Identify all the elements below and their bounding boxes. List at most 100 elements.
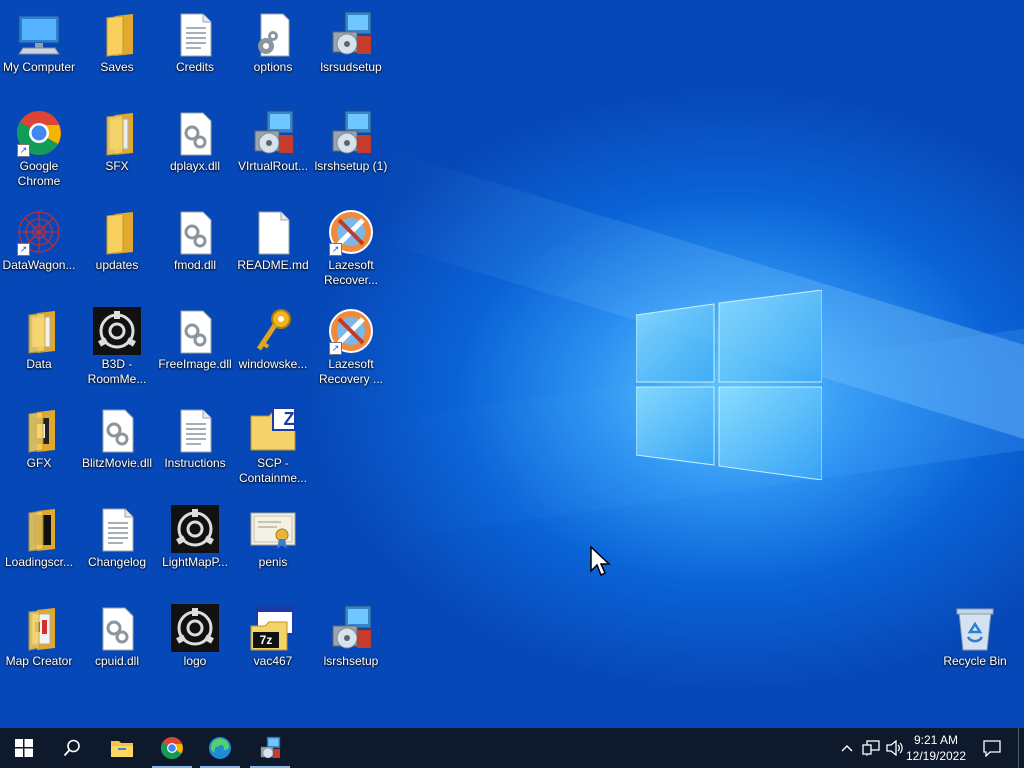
- chrome-icon: ↗: [15, 109, 63, 157]
- lazesoft-icon: ↗: [327, 208, 375, 256]
- icon-label: SCP - Containme...: [238, 456, 308, 485]
- desktop-icon-lsrshsetup-1[interactable]: lsrshsetup (1): [312, 103, 390, 174]
- icon-label: Changelog: [87, 555, 147, 569]
- desktop-icon-data[interactable]: Data: [0, 301, 78, 372]
- icon-label: BlitzMovie.dll: [81, 456, 153, 470]
- show-desktop-button[interactable]: [1018, 728, 1024, 768]
- settings-file-icon: [249, 10, 297, 58]
- desktop-icon-windowskey[interactable]: windowske...: [234, 301, 312, 372]
- installer-icon: [249, 109, 297, 157]
- desktop-icon-cpuid-dll[interactable]: cpuid.dll: [78, 598, 156, 669]
- desktop-icon-freeimage-dll[interactable]: FreeImage.dll: [156, 301, 234, 372]
- desktop-icon-sfx[interactable]: SFX: [78, 103, 156, 174]
- dll-file-icon: [171, 307, 219, 355]
- desktop-icon-map-creator[interactable]: Map Creator: [0, 598, 78, 669]
- taskbar-file-explorer[interactable]: [98, 728, 146, 768]
- network-button[interactable]: [860, 728, 882, 768]
- show-hidden-icons-button[interactable]: [838, 728, 856, 768]
- desktop-icon-gfx[interactable]: GFX: [0, 400, 78, 471]
- dll-file-icon: [93, 604, 141, 652]
- action-center-button[interactable]: [978, 728, 1006, 768]
- desktop-icon-logo[interactable]: logo: [156, 598, 234, 669]
- desktop-icon-loadingscreens[interactable]: Loadingscr...: [0, 499, 78, 570]
- icon-label: My Computer: [2, 60, 76, 74]
- desktop-icon-changelog[interactable]: Changelog: [78, 499, 156, 570]
- icon-label: SFX: [105, 159, 129, 173]
- file-explorer-icon: [111, 741, 133, 757]
- icon-label: Data: [26, 357, 52, 371]
- text-file-icon: [171, 10, 219, 58]
- desktop-icon-readme-md[interactable]: README.md: [234, 202, 312, 273]
- icon-label: FreeImage.dll: [158, 357, 232, 371]
- icon-label: penis: [258, 555, 288, 569]
- taskbar-installer[interactable]: [246, 728, 294, 768]
- blank-file-icon: [249, 208, 297, 256]
- folder-icon: [15, 505, 63, 553]
- desktop-icon-saves[interactable]: Saves: [78, 4, 156, 75]
- icon-label: fmod.dll: [173, 258, 217, 272]
- windows-logo-wallpaper: [636, 290, 822, 480]
- icon-label: Loadingscr...: [4, 555, 74, 569]
- certificate-icon: [249, 505, 297, 553]
- icon-label: Google Chrome: [17, 159, 61, 188]
- key-icon: [249, 307, 297, 355]
- icon-label: Instructions: [164, 456, 226, 470]
- desktop-icon-virtualrout[interactable]: VIrtualRout...: [234, 103, 312, 174]
- desktop-icon-lazesoft-recovery[interactable]: ↗ Lazesoft Recovery ...: [312, 301, 390, 387]
- shortcut-arrow-icon: ↗: [329, 243, 342, 256]
- desktop-icon-b3d-roommaker[interactable]: B3D - RoomMe...: [78, 301, 156, 387]
- icon-label: VIrtualRout...: [237, 159, 309, 173]
- desktop-icon-lightmapper[interactable]: LightMapP...: [156, 499, 234, 570]
- icon-label: Saves: [100, 60, 134, 74]
- desktop-icon-lazesoft-recover[interactable]: ↗ Lazesoft Recover...: [312, 202, 390, 288]
- icon-label: cpuid.dll: [94, 654, 140, 668]
- taskbar-microsoft-edge[interactable]: [196, 728, 244, 768]
- notification-icon: [983, 740, 1001, 757]
- taskbar-clock[interactable]: 9:21 AM 12/19/2022: [900, 732, 972, 764]
- search-icon: [63, 739, 80, 757]
- lazesoft-icon: ↗: [327, 307, 375, 355]
- network-icon: [862, 740, 880, 756]
- icon-label: Credits: [175, 60, 214, 74]
- dll-file-icon: [171, 109, 219, 157]
- start-button[interactable]: [0, 728, 48, 768]
- icon-label: README.md: [237, 258, 309, 272]
- icon-label: windowske...: [238, 357, 308, 371]
- datawagon-icon: ↗: [15, 208, 63, 256]
- dll-file-icon: [171, 208, 219, 256]
- icon-label: Lazesoft Recover...: [323, 258, 379, 287]
- desktop-icon-vac467[interactable]: 7z vac467: [234, 598, 312, 669]
- folder-icon: [15, 307, 63, 355]
- icon-label: vac467: [253, 654, 293, 668]
- desktop-icon-dplayx-dll[interactable]: dplayx.dll: [156, 103, 234, 174]
- desktop-icon-options[interactable]: options: [234, 4, 312, 75]
- sevenzip-badge-text: 7z: [259, 633, 273, 647]
- icon-label: options: [253, 60, 293, 74]
- desktop-icon-my-computer[interactable]: My Computer: [0, 4, 78, 75]
- desktop-icon-lsrsudsetup[interactable]: lsrsudsetup: [312, 4, 390, 75]
- search-button[interactable]: [48, 728, 96, 768]
- desktop-icon-lsrshsetup[interactable]: lsrshsetup: [312, 598, 390, 669]
- windows-start-icon: [15, 739, 33, 757]
- icon-label: Recycle Bin: [943, 654, 1007, 668]
- folder-icon: [15, 604, 63, 652]
- icon-label: lsrshsetup: [323, 654, 379, 668]
- desktop-icon-instructions[interactable]: Instructions: [156, 400, 234, 471]
- desktop-icon-blitzmovie-dll[interactable]: BlitzMovie.dll: [78, 400, 156, 471]
- desktop-icon-recycle-bin[interactable]: Recycle Bin: [936, 598, 1014, 669]
- icon-label: LightMapP...: [162, 555, 228, 569]
- desktop-icon-credits[interactable]: Credits: [156, 4, 234, 75]
- text-file-icon: [171, 406, 219, 454]
- desktop-icon-scp-containment[interactable]: Z SCP - Containme...: [234, 400, 312, 486]
- desktop-icon-datawagon[interactable]: ↗ DataWagon...: [0, 202, 78, 273]
- desktop-icon-fmod-dll[interactable]: fmod.dll: [156, 202, 234, 273]
- shortcut-arrow-icon: ↗: [17, 243, 30, 256]
- desktop-icon-google-chrome[interactable]: ↗ Google Chrome: [0, 103, 78, 189]
- shortcut-arrow-icon: ↗: [17, 144, 30, 157]
- icon-label: GFX: [26, 456, 52, 470]
- desktop-icon-penis[interactable]: penis: [234, 499, 312, 570]
- installer-icon: [327, 604, 375, 652]
- taskbar-google-chrome[interactable]: [148, 728, 196, 768]
- zip-archive-icon: Z: [249, 406, 297, 454]
- desktop-icon-updates[interactable]: updates: [78, 202, 156, 273]
